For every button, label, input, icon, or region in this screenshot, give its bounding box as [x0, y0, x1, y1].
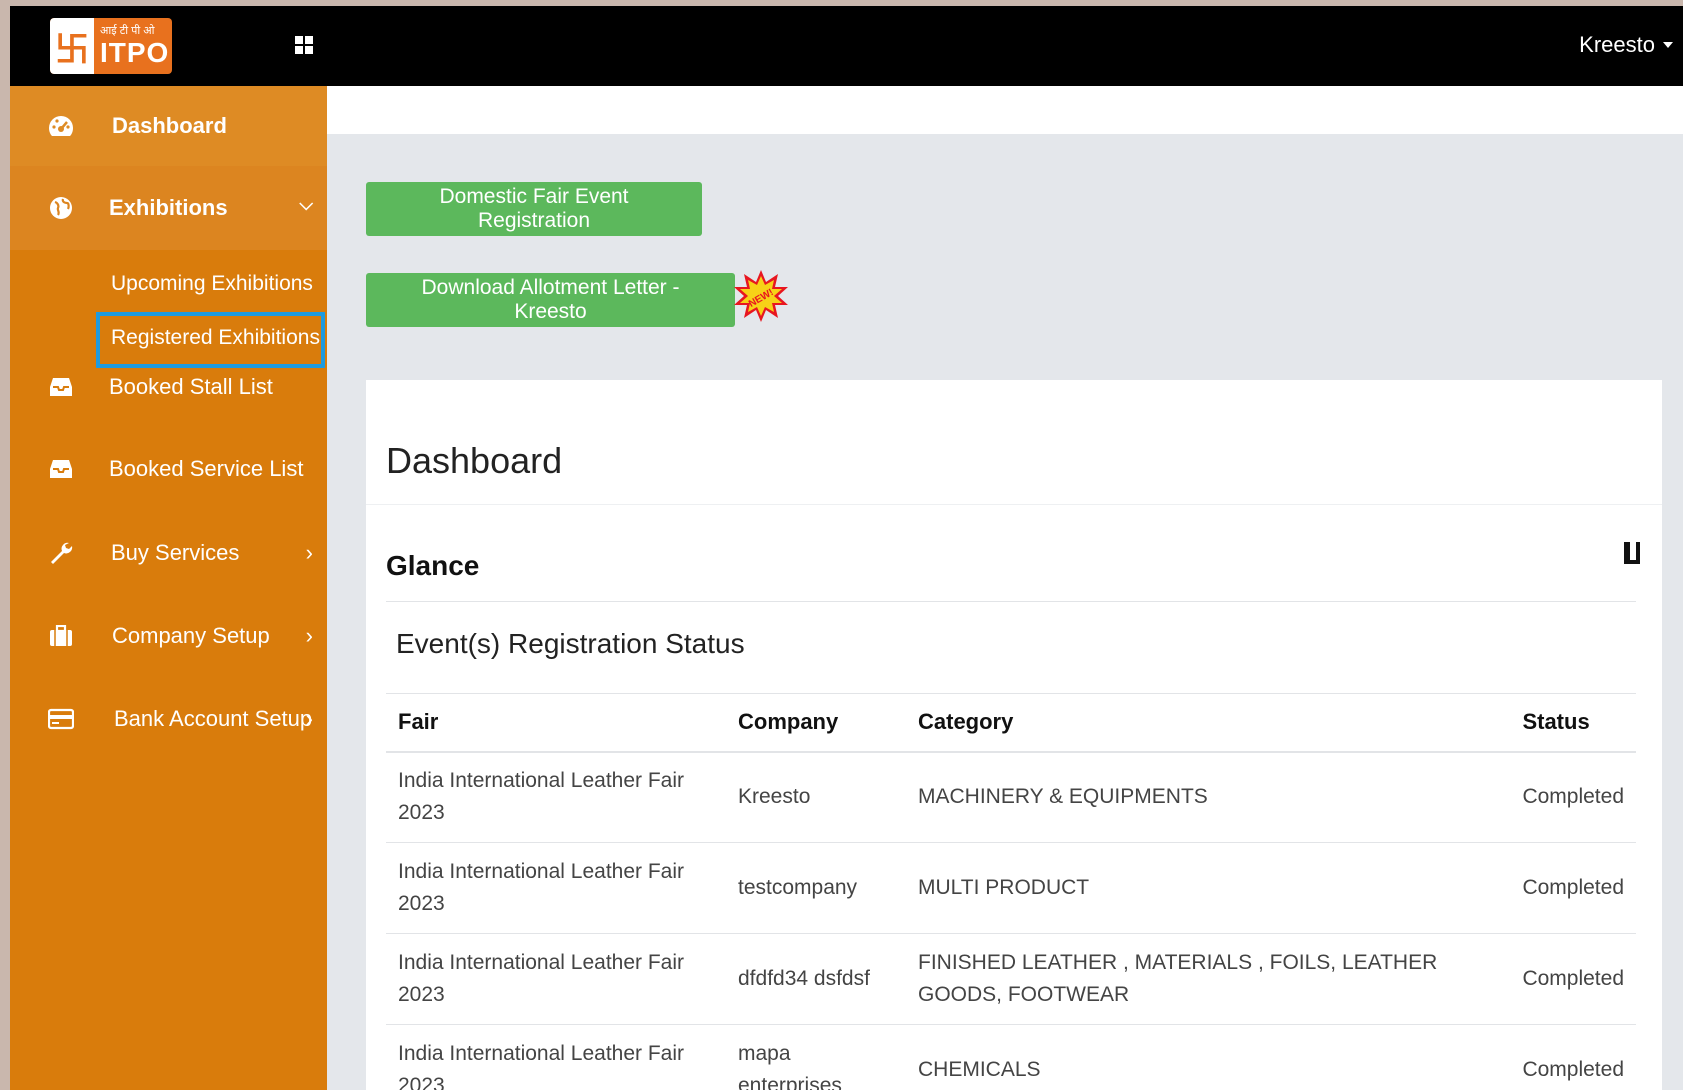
- sidebar-item-label: Company Setup: [112, 623, 270, 648]
- cell-company: Kreesto: [726, 751, 906, 843]
- column-header-company[interactable]: Company: [726, 693, 906, 753]
- user-name: Kreesto: [1579, 32, 1655, 57]
- cell-company: mapa enterprises: [726, 1024, 906, 1090]
- sidebar-item-bank-account-setup[interactable]: Bank Account Setup ›: [10, 696, 327, 742]
- credit-card-icon: [48, 706, 74, 732]
- sidebar-item-label: Exhibitions: [109, 195, 228, 220]
- sidebar-item-company-setup[interactable]: Company Setup ›: [10, 613, 327, 659]
- briefcase-icon: [48, 623, 74, 649]
- sidebar-item-label: Dashboard: [112, 113, 227, 138]
- cell-status: Completed: [1510, 933, 1636, 1025]
- cell-fair: India International Leather Fair 2023: [386, 842, 726, 934]
- sidebar-item-exhibitions[interactable]: Exhibitions ⌵: [10, 166, 327, 250]
- chevron-right-icon: ›: [305, 623, 313, 648]
- content-header-strip: [327, 86, 1683, 134]
- inbox-icon: [48, 456, 74, 482]
- dashboard-icon: [48, 113, 74, 139]
- sidebar-item-label: Buy Services: [111, 540, 240, 565]
- cell-fair: India International Leather Fair 2023: [386, 933, 726, 1025]
- cell-status: Completed: [1510, 842, 1636, 934]
- logo-small-text: आई टी पी ओ: [100, 24, 155, 37]
- domestic-fair-registration-button[interactable]: Domestic Fair Event Registration: [366, 182, 702, 236]
- column-header-fair[interactable]: Fair: [386, 693, 726, 753]
- cell-company: testcompany: [726, 842, 906, 934]
- glance-heading: Glance: [386, 550, 480, 581]
- table-header-row: Fair Company Category Status: [386, 693, 1636, 753]
- cell-status: Completed: [1510, 751, 1636, 843]
- column-header-category[interactable]: Category: [906, 693, 1511, 753]
- table-row[interactable]: India International Leather Fair 2023 df…: [386, 933, 1636, 1025]
- registration-status-table: Fair Company Category Status India Inter…: [386, 693, 1636, 1090]
- sidebar-item-label: Bank Account Setup: [114, 706, 313, 731]
- cell-category: MULTI PRODUCT: [906, 842, 1511, 934]
- inbox-icon: [48, 374, 74, 400]
- logo-text: ITPO: [100, 36, 170, 68]
- logo-mark: 卐: [50, 18, 94, 74]
- collapse-icon[interactable]: [1624, 542, 1640, 564]
- registration-status-title: Event(s) Registration Status: [396, 628, 745, 659]
- new-badge-icon: NEW!: [733, 268, 789, 324]
- chevron-right-icon: ›: [305, 706, 313, 731]
- table-row[interactable]: India International Leather Fair 2023 Kr…: [386, 751, 1636, 843]
- globe-icon: [48, 195, 74, 221]
- cell-category: FINISHED LEATHER , MATERIALS , FOILS, LE…: [906, 933, 1511, 1025]
- panel-title: Dashboard: [386, 440, 563, 481]
- app-frame: 卐 आई टी पी ओ ITPO Kreesto Dashboard Exhi…: [10, 6, 1683, 1090]
- caret-down-icon: [1663, 42, 1673, 48]
- column-header-status[interactable]: Status: [1510, 693, 1636, 753]
- download-allotment-letter-button[interactable]: Download Allotment Letter - Kreesto: [366, 273, 735, 327]
- itpo-logo[interactable]: 卐 आई टी पी ओ ITPO: [50, 18, 172, 74]
- sidebar-subitem-upcoming-exhibitions[interactable]: Upcoming Exhibitions: [111, 272, 313, 296]
- sidebar-item-label: Booked Service List: [109, 456, 304, 481]
- cell-company: dfdfd34 dsfdsf: [726, 933, 906, 1025]
- top-navbar: 卐 आई टी पी ओ ITPO Kreesto: [10, 6, 1683, 86]
- cell-fair: India International Leather Fair 2023: [386, 751, 726, 843]
- sidebar-item-booked-stall-list[interactable]: Booked Stall List: [10, 364, 327, 410]
- cell-category: CHEMICALS: [906, 1024, 1511, 1090]
- cell-fair: India International Leather Fair 2023: [386, 1024, 726, 1090]
- sidebar-item-label: Booked Stall List: [109, 374, 273, 399]
- user-menu[interactable]: Kreesto: [1579, 32, 1673, 58]
- sidebar-item-buy-services[interactable]: Buy Services ›: [10, 530, 327, 576]
- sidebar-item-dashboard[interactable]: Dashboard: [10, 86, 327, 166]
- table-row[interactable]: India International Leather Fair 2023 ma…: [386, 1024, 1636, 1090]
- table-row[interactable]: India International Leather Fair 2023 te…: [386, 842, 1636, 934]
- cell-status: Completed: [1510, 1024, 1636, 1090]
- sidebar-item-booked-service-list[interactable]: Booked Service List: [10, 446, 327, 492]
- wrench-icon: [48, 540, 74, 566]
- dashboard-panel: Dashboard Glance Event(s) Registration S…: [366, 380, 1662, 1090]
- cell-category: MACHINERY & EQUIPMENTS: [906, 751, 1511, 843]
- chevron-right-icon: ›: [305, 540, 313, 565]
- active-item-highlight: [96, 312, 325, 368]
- menu-toggle-grid-icon[interactable]: [295, 36, 313, 54]
- sidebar: Dashboard Exhibitions ⌵ Upcoming Exhibit…: [10, 86, 327, 1090]
- chevron-down-icon: ⌵: [299, 194, 313, 214]
